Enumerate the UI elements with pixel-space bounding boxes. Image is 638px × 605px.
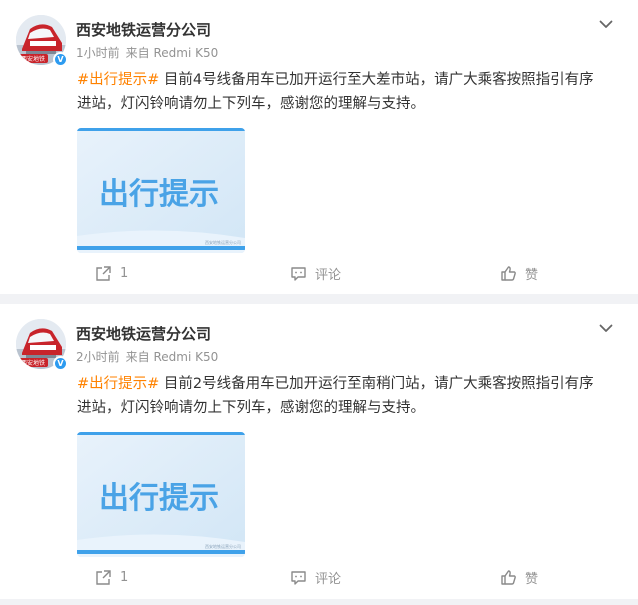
post-header: 西安地铁 V 西安地铁运营分公司 2小时前 来自 Redmi K50 [16, 319, 616, 371]
comment-icon [289, 568, 307, 586]
post-image[interactable]: 出行提示 西安地铁运营分公司 [77, 432, 245, 557]
share-button[interactable]: 1 [94, 262, 128, 284]
comment-label: 评论 [315, 571, 342, 587]
like-button[interactable]: 赞 [499, 566, 538, 588]
verified-badge: V [53, 52, 68, 67]
card-divider [0, 294, 638, 304]
post-text-line1: 目前2号线备用车已加开运行至南稍门站，请广大乘客按照指引有序 [159, 376, 594, 392]
post-time[interactable]: 2小时前 [76, 350, 120, 364]
post-source: 来自 Redmi K50 [125, 46, 219, 60]
post-meta: 2小时前 来自 Redmi K50 [76, 348, 218, 365]
post-header: 西安地铁 V 西安地铁运营分公司 1小时前 来自 Redmi K50 [16, 15, 616, 67]
post-card: 西安地铁 V 西安地铁运营分公司 2小时前 来自 Redmi K50 #出行提示#… [0, 304, 638, 599]
chevron-down-icon[interactable] [596, 15, 616, 33]
verified-badge: V [53, 356, 68, 371]
like-label: 赞 [525, 267, 539, 283]
thumbs-up-icon [499, 568, 517, 586]
post-card: 西安地铁 V 西安地铁运营分公司 1小时前 来自 Redmi K50 #出行提示#… [0, 0, 638, 294]
thumbs-up-icon [499, 264, 517, 282]
share-button[interactable]: 1 [94, 566, 128, 588]
topic-link[interactable]: #出行提示# [77, 72, 159, 88]
comment-label: 评论 [315, 267, 342, 283]
share-icon [94, 568, 112, 586]
post-text-line2: 进站，灯闪铃响请勿上下列车，感谢您的理解与支持。 [77, 96, 425, 112]
image-title: 出行提示 [99, 481, 219, 516]
action-bar: 1 评论 赞 [0, 566, 638, 588]
image-caption: 西安地铁运营分公司 [205, 239, 241, 245]
like-button[interactable]: 赞 [499, 262, 538, 284]
topic-link[interactable]: #出行提示# [77, 376, 159, 392]
comment-icon [289, 264, 307, 282]
post-image[interactable]: 出行提示 西安地铁运营分公司 [77, 128, 245, 253]
author-name[interactable]: 西安地铁运营分公司 [76, 19, 211, 40]
post-meta: 1小时前 来自 Redmi K50 [76, 44, 218, 61]
share-count: 1 [120, 265, 129, 281]
avatar-badge-text: 西安地铁 [21, 359, 45, 367]
post-text-line1: 目前4号线备用车已加开运行至大差市站，请广大乘客按照指引有序 [159, 72, 594, 88]
post-text: #出行提示# 目前2号线备用车已加开运行至南稍门站，请广大乘客按照指引有序 进站… [77, 372, 617, 420]
action-bar: 1 评论 赞 [0, 262, 638, 284]
share-count: 1 [120, 569, 129, 585]
avatar-badge-text: 西安地铁 [21, 55, 45, 63]
image-title: 出行提示 [99, 177, 219, 212]
comment-button[interactable]: 评论 [289, 262, 341, 284]
share-icon [94, 264, 112, 282]
post-source: 来自 Redmi K50 [125, 350, 219, 364]
like-label: 赞 [525, 571, 539, 587]
image-caption: 西安地铁运营分公司 [205, 543, 241, 549]
weibo-feed: 西安地铁 V 西安地铁运营分公司 1小时前 来自 Redmi K50 #出行提示#… [0, 0, 638, 599]
post-text: #出行提示# 目前4号线备用车已加开运行至大差市站，请广大乘客按照指引有序 进站… [77, 68, 617, 116]
post-time[interactable]: 1小时前 [76, 46, 120, 60]
comment-button[interactable]: 评论 [289, 566, 341, 588]
chevron-down-icon[interactable] [596, 319, 616, 337]
author-name[interactable]: 西安地铁运营分公司 [76, 323, 211, 344]
post-text-line2: 进站，灯闪铃响请勿上下列车，感谢您的理解与支持。 [77, 400, 425, 416]
